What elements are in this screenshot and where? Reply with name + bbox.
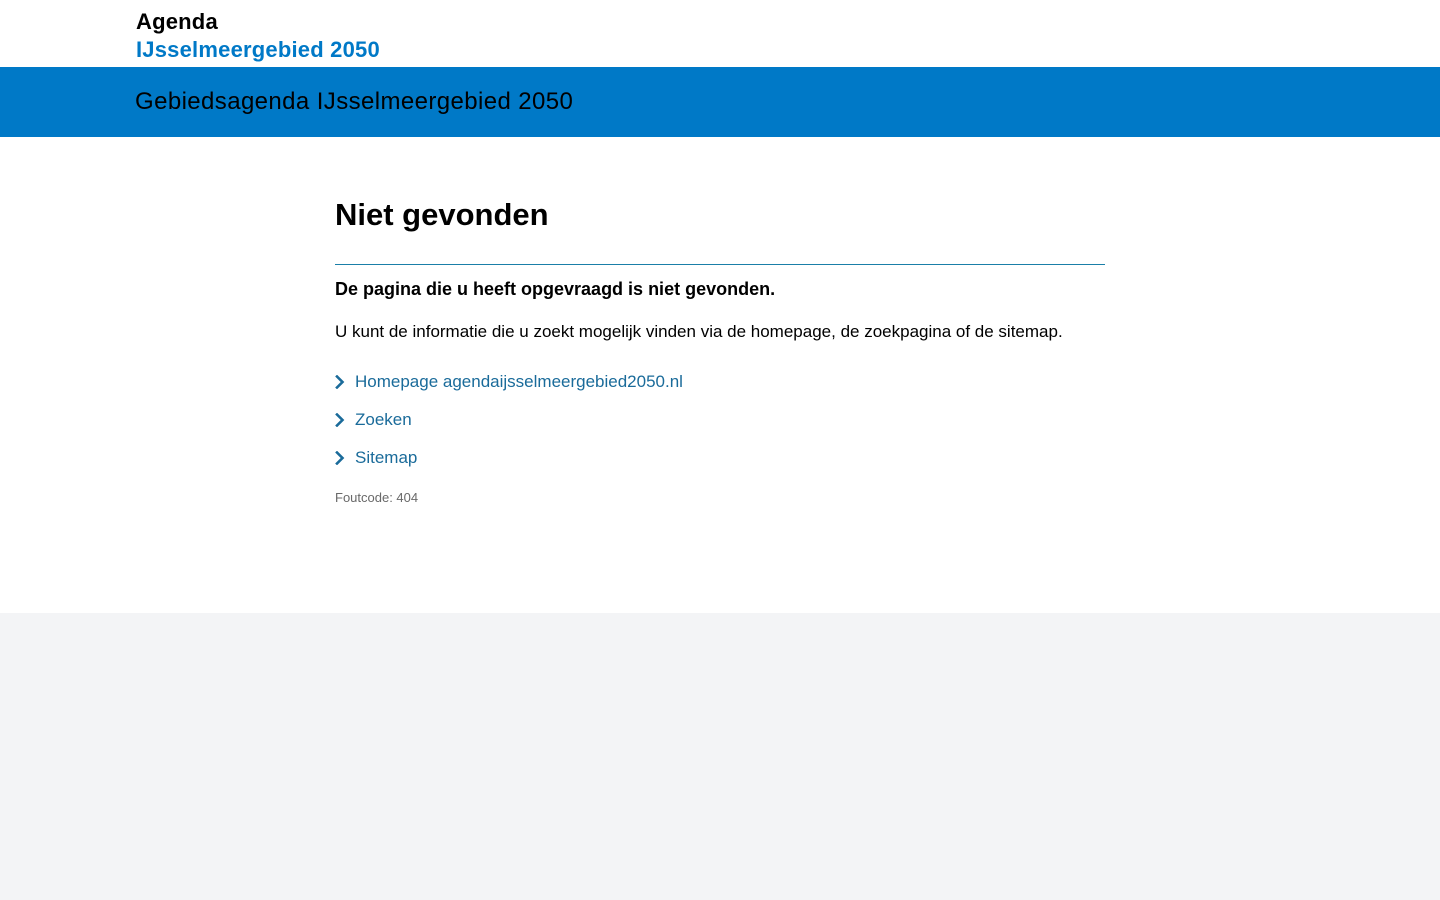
link-item-zoeken: Zoeken	[335, 401, 1105, 439]
site-banner: Gebiedsagenda IJsselmeergebied 2050	[0, 67, 1440, 137]
error-code: Foutcode: 404	[335, 490, 419, 505]
link-item-sitemap: Sitemap	[335, 439, 1105, 477]
chevron-right-icon	[335, 446, 355, 470]
content-column: Niet gevonden De pagina die u heeft opge…	[335, 195, 1105, 507]
chevron-right-icon	[335, 370, 355, 394]
logo-line-agenda: Agenda	[136, 9, 218, 34]
banner-title: Gebiedsagenda IJsselmeergebied 2050	[135, 88, 574, 115]
link-list: Homepage agendaijsselmeergebied2050.nl Z…	[335, 363, 1105, 477]
site-footer	[0, 613, 1440, 900]
homepage-link[interactable]: Homepage agendaijsselmeergebied2050.nl	[355, 370, 683, 394]
logo-line-ijsselmeergebied: IJsselmeergebied 2050	[136, 37, 380, 62]
main-content: Niet gevonden De pagina die u heeft opge…	[0, 137, 1440, 613]
zoeken-link[interactable]: Zoeken	[355, 408, 412, 432]
sitemap-link[interactable]: Sitemap	[355, 446, 417, 470]
site-logo-link[interactable]: Agenda IJsselmeergebied 2050	[136, 8, 380, 64]
link-item-homepage: Homepage agendaijsselmeergebied2050.nl	[335, 363, 1105, 401]
lead-text: De pagina die u heeft opgevraagd is niet…	[335, 279, 776, 299]
site-header: Agenda IJsselmeergebied 2050	[0, 0, 1440, 67]
page-title: Niet gevonden	[335, 195, 1105, 265]
body-text: U kunt de informatie die u zoekt mogelij…	[335, 322, 1063, 341]
chevron-right-icon	[335, 408, 355, 432]
